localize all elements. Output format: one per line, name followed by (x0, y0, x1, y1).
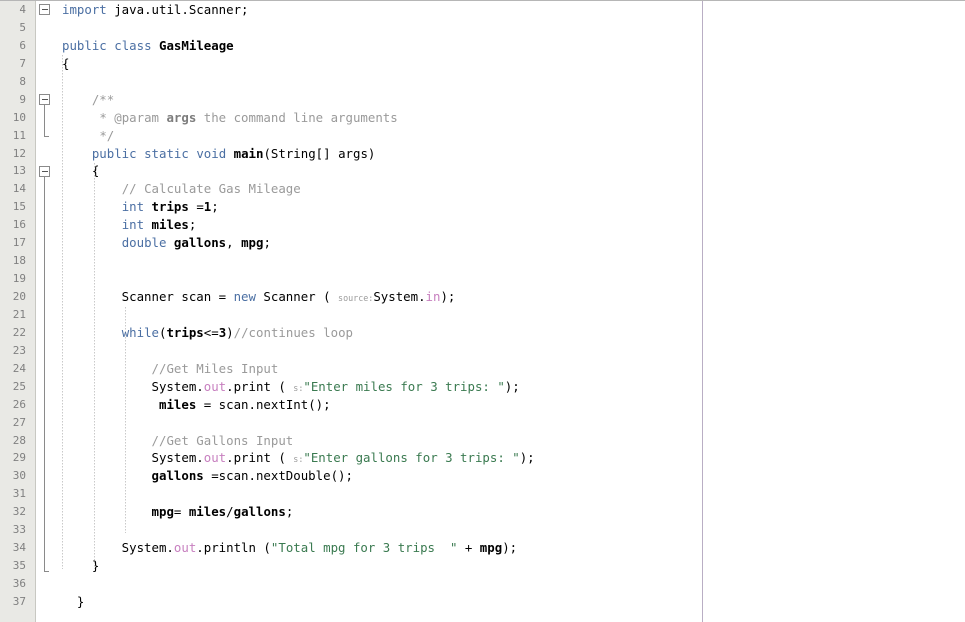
code-line[interactable]: //Get Gallons Input (53, 432, 965, 450)
line-number: 18 (12, 254, 26, 268)
code-line[interactable] (53, 270, 965, 288)
code-fold-column[interactable] (36, 1, 53, 622)
line-number: 19 (12, 272, 26, 286)
line-number: 30 (12, 469, 26, 483)
fold-toggle-line-13[interactable] (39, 166, 50, 177)
line-number: 5 (19, 20, 26, 34)
code-line[interactable]: System.out.print ( s:"Enter miles for 3 … (53, 378, 965, 396)
code-line[interactable]: public static void main(String[] args) (53, 145, 965, 163)
line-number: 27 (12, 415, 26, 429)
code-line[interactable]: { (53, 55, 965, 73)
line-number: 14 (12, 182, 26, 196)
code-line[interactable] (53, 521, 965, 539)
code-line[interactable] (53, 19, 965, 37)
code-line[interactable]: int miles; (53, 216, 965, 234)
code-line[interactable]: Scanner scan = new Scanner ( source:Syst… (53, 288, 965, 306)
code-line[interactable] (53, 342, 965, 360)
code-line[interactable]: while(trips<=3)//continues loop (53, 324, 965, 342)
code-line[interactable]: //Get Miles Input (53, 360, 965, 378)
code-line[interactable]: import java.util.Scanner; (53, 1, 965, 19)
fold-bracket-line-9 (44, 105, 45, 137)
code-line[interactable]: /** (53, 91, 965, 109)
code-line[interactable] (53, 575, 965, 593)
line-number: 24 (12, 361, 26, 375)
code-line[interactable]: System.out.print ( s:"Enter gallons for … (53, 449, 965, 467)
line-number: 16 (12, 218, 26, 232)
line-number: 29 (12, 451, 26, 465)
editor-gutter[interactable]: 4 5 6 7 8 9 10 11 12 13 14 15 16 17 18 19 20 21 22 23 24 25 26… (0, 1, 36, 622)
code-line[interactable]: */ (53, 127, 965, 145)
code-line[interactable] (53, 252, 965, 270)
line-number: 15 (12, 200, 26, 214)
line-number: 22 (12, 325, 26, 339)
line-number: 26 (12, 397, 26, 411)
code-line[interactable]: // Calculate Gas Mileage (53, 180, 965, 198)
code-text-area[interactable]: import java.util.Scanner; public class G… (53, 1, 965, 622)
code-line[interactable] (53, 306, 965, 324)
line-number: 25 (12, 379, 26, 393)
code-line[interactable]: int trips =1; (53, 198, 965, 216)
line-number: 37 (12, 594, 26, 608)
line-number: 10 (12, 110, 26, 124)
code-line[interactable]: System.out.println ("Total mpg for 3 tri… (53, 539, 965, 557)
line-number: 8 (19, 74, 26, 88)
code-line[interactable] (53, 73, 965, 91)
code-line[interactable]: } (53, 593, 965, 611)
line-number: 35 (12, 559, 26, 573)
code-line[interactable]: } (53, 557, 965, 575)
code-editor-window[interactable]: 4 5 6 7 8 9 10 11 12 13 14 15 16 17 18 19 20 21 22 23 24 25 26… (0, 0, 965, 622)
code-line[interactable]: public class GasMileage (53, 37, 965, 55)
line-number: 32 (12, 505, 26, 519)
line-number: 9 (19, 92, 26, 106)
line-number: 12 (12, 146, 26, 160)
line-number: 17 (12, 236, 26, 250)
line-number: 4 (19, 3, 26, 16)
code-line[interactable]: miles = scan.nextInt(); (53, 396, 965, 414)
code-line[interactable]: mpg= miles/gallons; (53, 503, 965, 521)
code-line[interactable] (53, 414, 965, 432)
line-number-column: 4 5 6 7 8 9 10 11 12 13 14 15 16 17 18 19 20 21 22 23 24 25 26… (0, 1, 30, 611)
line-number: 33 (12, 523, 26, 537)
line-number: 13 (12, 164, 26, 178)
line-number: 23 (12, 343, 26, 357)
fold-bracket-end-line-35 (44, 571, 49, 572)
fold-toggle-line-9[interactable] (39, 94, 50, 106)
code-line[interactable]: * @param args the command line arguments (53, 109, 965, 127)
fold-bracket-line-13 (44, 177, 45, 571)
line-number: 31 (12, 487, 26, 501)
code-line[interactable]: { (53, 162, 965, 180)
code-lines: import java.util.Scanner; public class G… (53, 1, 965, 611)
line-number: 20 (12, 290, 26, 303)
fold-bracket-end-line-11 (44, 136, 49, 138)
line-number: 34 (12, 541, 26, 555)
fold-toggle-line-4[interactable] (39, 4, 50, 16)
line-number: 21 (12, 307, 26, 321)
line-number: 6 (19, 38, 26, 52)
line-number: 36 (12, 577, 26, 590)
line-number: 28 (12, 433, 26, 447)
code-line[interactable] (53, 485, 965, 503)
line-number: 7 (19, 56, 26, 70)
code-line[interactable]: double gallons, mpg; (53, 234, 965, 252)
line-number: 11 (12, 128, 26, 142)
code-line[interactable]: gallons =scan.nextDouble(); (53, 467, 965, 485)
